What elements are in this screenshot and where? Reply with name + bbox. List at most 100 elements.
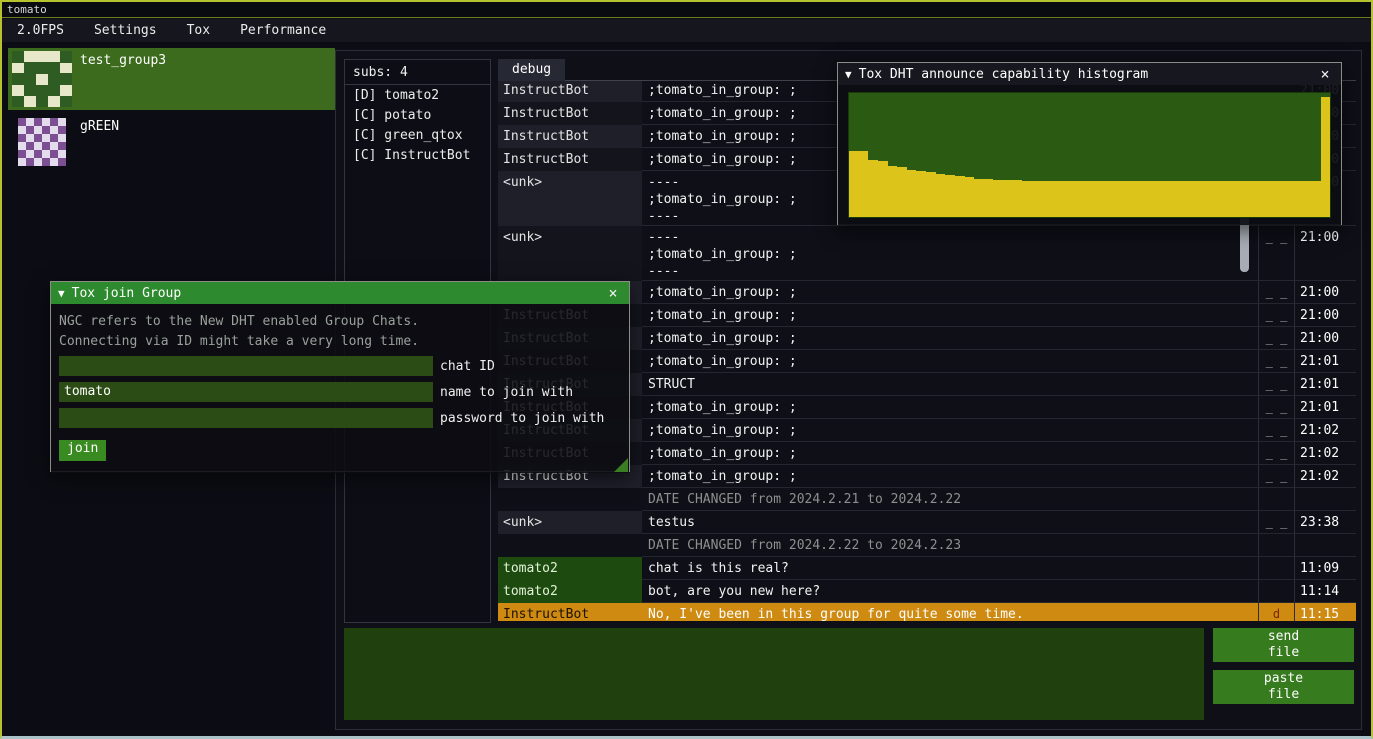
message-timestamp: 11:14: [1294, 580, 1356, 603]
message-text: STRUCT: [642, 373, 1258, 396]
message-author: tomato2: [498, 557, 642, 580]
contact-item-test-group3[interactable]: test_group3: [8, 48, 335, 110]
paste-file-button[interactable]: paste file: [1213, 670, 1354, 704]
message-author: [498, 488, 642, 511]
subs-item-tomato2[interactable]: [D] tomato2: [345, 85, 490, 105]
message-timestamp: [1294, 534, 1356, 557]
message-timestamp: 21:00: [1294, 226, 1356, 281]
message-timestamp: 11:15: [1294, 603, 1356, 621]
message-text: ;tomato_in_group: ;: [642, 350, 1258, 373]
delivery-status: _ _: [1258, 350, 1294, 373]
delivery-status: _ _: [1258, 511, 1294, 534]
message-author: <unk>: [498, 226, 642, 281]
message-text: ;tomato_in_group: ;: [642, 419, 1258, 442]
delivery-status: [1258, 580, 1294, 603]
join-password-input[interactable]: [59, 408, 433, 428]
delivery-status: _ _: [1258, 442, 1294, 465]
collapse-arrow-icon[interactable]: ▼: [845, 68, 852, 81]
subs-item-instructbot[interactable]: [C] InstructBot: [345, 145, 490, 165]
message-timestamp: 21:01: [1294, 350, 1356, 373]
window-title: tomato: [7, 3, 47, 16]
chat-message-row[interactable]: <unk> testus _ _ 23:38: [498, 511, 1356, 534]
join-info-line1: NGC refers to the New DHT enabled Group …: [59, 312, 621, 332]
app-window: tomato 2.0FPS Settings Tox Performance t…: [0, 0, 1373, 739]
send-file-button[interactable]: send file: [1213, 628, 1354, 662]
message-author: tomato2: [498, 580, 642, 603]
message-text: DATE CHANGED from 2024.2.21 to 2024.2.22: [642, 488, 1258, 511]
message-input[interactable]: [344, 628, 1204, 720]
message-text: No, I've been in this group for quite so…: [642, 603, 1258, 621]
message-author: InstructBot: [498, 125, 642, 148]
histogram-plot[interactable]: [848, 92, 1331, 218]
message-text: chat is this real?: [642, 557, 1258, 580]
menu-bar: 2.0FPS Settings Tox Performance: [2, 19, 1371, 42]
message-author: <unk>: [498, 171, 642, 226]
chat-message-row[interactable]: tomato2 chat is this real? 11:09: [498, 557, 1356, 580]
menu-tox[interactable]: Tox: [172, 19, 225, 42]
dht-histogram-body: [838, 85, 1341, 225]
message-timestamp: 21:01: [1294, 373, 1356, 396]
chat-id-label: chat ID: [440, 359, 495, 374]
join-button[interactable]: join: [59, 440, 106, 461]
message-text: ---- ;tomato_in_group: ; ----: [642, 226, 1258, 281]
group-avatar: [12, 51, 72, 107]
delivery-status: _ _: [1258, 304, 1294, 327]
resize-grip[interactable]: [614, 458, 628, 472]
join-password-label: password to join with: [440, 411, 604, 426]
join-name-input[interactable]: tomato: [59, 382, 433, 402]
message-text: ;tomato_in_group: ;: [642, 465, 1258, 488]
message-timestamp: 21:00: [1294, 304, 1356, 327]
menu-performance[interactable]: Performance: [225, 19, 341, 42]
chat-message-row[interactable]: DATE CHANGED from 2024.2.22 to 2024.2.23: [498, 534, 1356, 557]
delivery-status: _ _: [1258, 396, 1294, 419]
message-text: ;tomato_in_group: ;: [642, 281, 1258, 304]
join-info-line2: Connecting via ID might take a very long…: [59, 332, 621, 352]
message-text: ;tomato_in_group: ;: [642, 442, 1258, 465]
contact-name: gREEN: [80, 119, 119, 134]
subscribers-count: subs: 4: [345, 60, 490, 84]
close-icon[interactable]: ×: [1316, 65, 1334, 83]
delivery-status: _ _: [1258, 281, 1294, 304]
group-avatar: [18, 118, 66, 166]
collapse-arrow-icon[interactable]: ▼: [58, 287, 65, 300]
message-timestamp: 23:38: [1294, 511, 1356, 534]
dht-histogram-titlebar[interactable]: ▼ Tox DHT announce capability histogram …: [838, 63, 1341, 85]
message-text: bot, are you new here?: [642, 580, 1258, 603]
chat-message-row[interactable]: DATE CHANGED from 2024.2.21 to 2024.2.22: [498, 488, 1356, 511]
chat-id-input[interactable]: [59, 356, 433, 376]
message-timestamp: 21:02: [1294, 465, 1356, 488]
join-group-body: NGC refers to the New DHT enabled Group …: [51, 304, 629, 473]
message-text: testus: [642, 511, 1258, 534]
delivery-status: [1258, 488, 1294, 511]
tab-debug[interactable]: debug: [498, 59, 565, 81]
message-author: [498, 534, 642, 557]
delivery-status: _ _: [1258, 465, 1294, 488]
message-timestamp: 21:01: [1294, 396, 1356, 419]
chat-message-row[interactable]: InstructBot No, I've been in this group …: [498, 603, 1356, 621]
chat-message-row[interactable]: <unk> ---- ;tomato_in_group: ; ---- _ _ …: [498, 226, 1356, 281]
message-text: ;tomato_in_group: ;: [642, 396, 1258, 419]
delivery-status: _ _: [1258, 226, 1294, 281]
delivery-status: _ _: [1258, 373, 1294, 396]
message-author: InstructBot: [498, 81, 642, 102]
close-icon[interactable]: ×: [604, 284, 622, 302]
chat-message-row[interactable]: tomato2 bot, are you new here? 11:14: [498, 580, 1356, 603]
delivery-status: d: [1258, 603, 1294, 621]
message-timestamp: 21:02: [1294, 442, 1356, 465]
menu-fps: 2.0FPS: [2, 19, 79, 42]
join-group-titlebar[interactable]: ▼ Tox join Group ×: [51, 282, 629, 304]
subs-item-green-qtox[interactable]: [C] green_qtox: [345, 125, 490, 145]
message-text: ;tomato_in_group: ;: [642, 304, 1258, 327]
contact-item-green[interactable]: gREEN: [8, 114, 335, 170]
message-text: DATE CHANGED from 2024.2.22 to 2024.2.23: [642, 534, 1258, 557]
delivery-status: _ _: [1258, 419, 1294, 442]
message-timestamp: [1294, 488, 1356, 511]
message-author: <unk>: [498, 511, 642, 534]
menu-settings[interactable]: Settings: [79, 19, 172, 42]
dht-histogram-window: ▼ Tox DHT announce capability histogram …: [837, 62, 1342, 225]
dht-histogram-title: Tox DHT announce capability histogram: [859, 67, 1149, 82]
subs-item-potato[interactable]: [C] potato: [345, 105, 490, 125]
message-timestamp: 21:00: [1294, 327, 1356, 350]
message-timestamp: 21:02: [1294, 419, 1356, 442]
window-titlebar: tomato: [2, 2, 1371, 18]
